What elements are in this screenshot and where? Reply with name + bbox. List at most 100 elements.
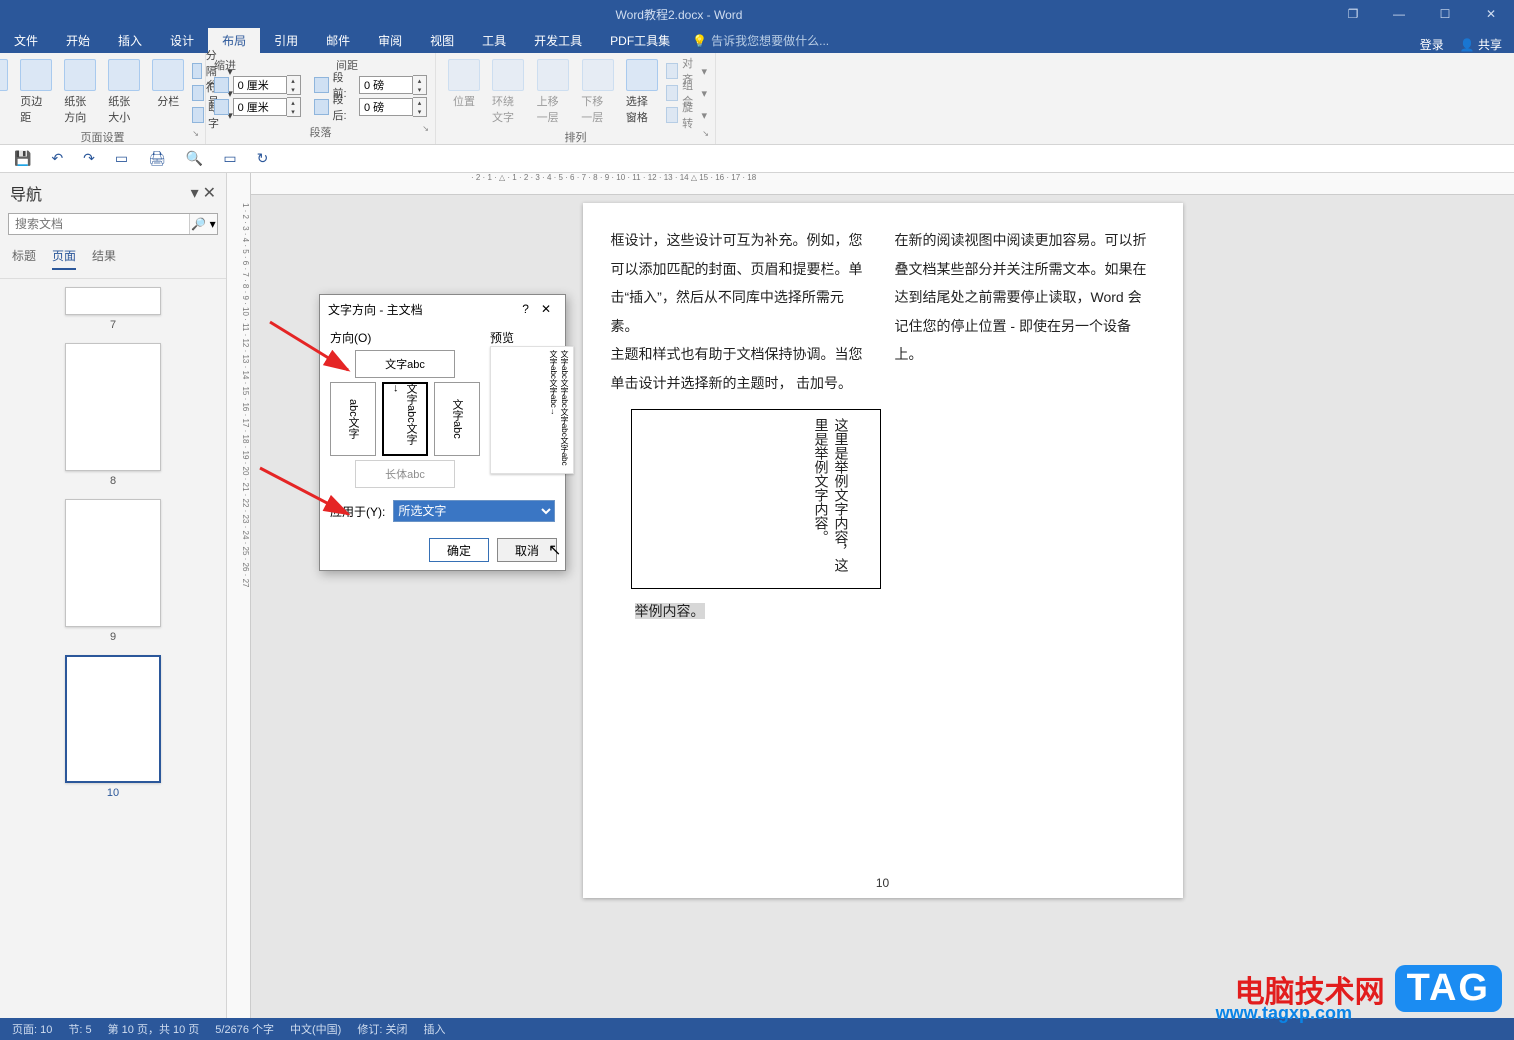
qat-btn-8[interactable]: ↻ [257, 150, 269, 167]
page-margin-button[interactable]: 页边距 [16, 57, 56, 127]
vertical-ruler[interactable]: 1 · 2 · 3 · 4 · 5 · 6 · 7 · 8 · 9 · 10 ·… [227, 173, 251, 1018]
status-lang[interactable]: 中文(中国) [290, 1021, 341, 1037]
save-button[interactable]: 💾 [14, 150, 31, 167]
orient-vertical-center[interactable]: 文字abc文字→ [382, 382, 428, 456]
group-page-setup: 文字方向 页边距 纸张方向 纸张大小 分栏 分隔符 ▾ 行号 ▾ 断字 ▾ 页面… [0, 53, 206, 144]
tab-references[interactable]: 引用 [260, 28, 312, 53]
apply-to-select[interactable]: 所选文字 [393, 500, 555, 522]
close-icon[interactable]: ✕ [1468, 0, 1514, 28]
status-words[interactable]: 5/2676 个字 [215, 1021, 274, 1037]
status-insert[interactable]: 插入 [423, 1021, 445, 1037]
group-label-paragraph: 段落 [214, 122, 427, 140]
orient-right[interactable]: 文字abc [434, 382, 480, 456]
search-input[interactable] [9, 214, 189, 234]
page-10[interactable]: 框设计，这些设计可互为补充。例如，您可以添加匹配的封面、页眉和提要栏。单击“插入… [583, 203, 1183, 898]
orient-horizontal[interactable]: 文字abc [355, 350, 455, 378]
share-button[interactable]: 👤 共享 [1460, 36, 1502, 53]
quick-access-toolbar: 💾 ↶ ↷ ▭ 🖨 🔍 ▭ ↻ [0, 145, 1514, 173]
breaks-icon [192, 63, 201, 79]
qat-btn-5[interactable]: 🖨 [148, 150, 166, 167]
group-arrange: 位置 环绕文字 上移一层 下移一层 选择窗格 对齐 ▾ 组合 ▾ 旋转 ▾ 排列 [436, 53, 716, 144]
tab-insert[interactable]: 插入 [104, 28, 156, 53]
rotate-button[interactable]: 旋转 ▾ [666, 105, 707, 125]
login-link[interactable]: 登录 [1420, 36, 1444, 53]
status-track[interactable]: 修订: 关闭 [357, 1021, 407, 1037]
bring-forward-button[interactable]: 上移一层 [533, 57, 574, 127]
tab-home[interactable]: 开始 [52, 28, 104, 53]
mouse-cursor-icon: ↖ [548, 540, 561, 560]
nav-tab-headings[interactable]: 标题 [12, 247, 36, 270]
group-label-page-setup: 页面设置 [8, 127, 197, 145]
status-section[interactable]: 节: 5 [68, 1021, 91, 1037]
tab-file[interactable]: 文件 [0, 28, 52, 53]
qat-btn-4[interactable]: ▭ [115, 150, 128, 167]
qat-btn-7[interactable]: ▭ [223, 150, 236, 167]
send-backward-button[interactable]: 下移一层 [577, 57, 618, 127]
nav-close-icon[interactable]: ✕ [203, 183, 216, 203]
ribbon-options-icon[interactable]: ❐ [1330, 0, 1376, 28]
horizontal-ruler[interactable]: · 2 · 1 · △ · 1 · 2 · 3 · 4 · 5 · 6 · 7 … [251, 173, 1514, 195]
nav-tab-results[interactable]: 结果 [92, 247, 116, 270]
dialog-close-icon[interactable]: ✕ [535, 302, 557, 316]
tab-pdf[interactable]: PDF工具集 [596, 28, 684, 53]
col2-text: 击加号。 在新的阅读视图中阅读更加容易。可以折叠文档某些部分并关注所需文本。如果… [796, 232, 1147, 391]
selected-text[interactable]: 举例内容。 [635, 603, 705, 619]
dialog-title: 文字方向 - 主文档 [328, 301, 516, 318]
maximize-icon[interactable]: ☐ [1422, 0, 1468, 28]
paper-direction-button[interactable]: 纸张方向 [60, 57, 100, 127]
minimize-icon[interactable]: — [1376, 0, 1422, 28]
dialog-help-icon[interactable]: ? [516, 302, 535, 316]
tab-mail[interactable]: 邮件 [312, 28, 364, 53]
orient-left[interactable]: abc文字 [330, 382, 376, 456]
linenum-icon [192, 85, 204, 101]
redo-button[interactable]: ↷ [83, 150, 95, 167]
wrap-text-button[interactable]: 环绕文字 [488, 57, 529, 127]
indent-left-icon [214, 77, 229, 93]
position-button[interactable]: 位置 [444, 57, 484, 111]
nav-search[interactable]: 🔎 ▾ [8, 213, 218, 235]
preview-box: 文字abc文字abc文字abc文字abc文字abc文字abc→ [490, 346, 574, 474]
indent-right-input[interactable]: ▴▾ [233, 97, 301, 117]
indent-left-input[interactable]: ▴▾ [233, 75, 301, 95]
thumb-9[interactable] [65, 499, 161, 627]
ok-button[interactable]: 确定 [429, 538, 489, 562]
columns-button[interactable]: 分栏 [148, 57, 188, 111]
thumb-7[interactable] [65, 287, 161, 315]
tab-design[interactable]: 设计 [156, 28, 208, 53]
tab-review[interactable]: 审阅 [364, 28, 416, 53]
thumb-8[interactable] [65, 343, 161, 471]
search-icon[interactable]: 🔎 ▾ [189, 214, 217, 234]
nav-dropdown-icon[interactable]: ▾ [191, 183, 199, 203]
tab-tools[interactable]: 工具 [468, 28, 520, 53]
space-before-input[interactable]: ▴▾ [359, 75, 427, 95]
status-pages[interactable]: 第 10 页，共 10 页 [108, 1021, 200, 1037]
tab-view[interactable]: 视图 [416, 28, 468, 53]
ribbon-tabs: 文件 开始 插入 设计 布局 引用 邮件 审阅 视图 工具 开发工具 PDF工具… [0, 28, 1514, 53]
preview-label: 预览 [490, 329, 574, 346]
text-direction-button[interactable]: 文字方向 [0, 57, 12, 127]
selection-pane-button[interactable]: 选择窗格 [622, 57, 663, 127]
indent-right-icon [214, 99, 229, 115]
nav-tab-pages[interactable]: 页面 [52, 247, 76, 270]
group-paragraph: 缩进间距 ▴▾ 段前: ▴▾ ▴▾ 段后: ▴▾ 段落 [206, 53, 436, 144]
window-title: Word教程2.docx - Word [28, 6, 1330, 23]
tell-me[interactable]: 💡告诉我您想要做什么... [684, 28, 837, 53]
thumb-10[interactable] [65, 655, 161, 783]
group-icon [666, 85, 678, 101]
bulb-icon: 💡 [692, 34, 707, 48]
workspace: 导航 ▾✕ 🔎 ▾ 标题 页面 结果 7 8 9 10 1 · 2 · 3 · … [0, 173, 1514, 1018]
rotate-icon [666, 107, 678, 123]
col1-text: 框设计，这些设计可互为补充。例如，您可以添加匹配的封面、页眉和提要栏。单击“插入… [611, 232, 863, 391]
tab-dev[interactable]: 开发工具 [520, 28, 596, 53]
page-thumbnails[interactable]: 7 8 9 10 [0, 279, 226, 1018]
align-icon [666, 63, 678, 79]
page-number: 10 [876, 876, 889, 890]
qat-btn-6[interactable]: 🔍 [186, 150, 203, 167]
vertical-text-box[interactable]: 这里是举例文字内容，这里是举例文字内容。 [631, 409, 881, 589]
status-page[interactable]: 页面: 10 [12, 1021, 52, 1037]
space-before-icon [314, 77, 329, 93]
space-after-input[interactable]: ▴▾ [359, 97, 427, 117]
orient-rotated[interactable]: 长体abc [355, 460, 455, 488]
paper-size-button[interactable]: 纸张大小 [104, 57, 144, 127]
undo-button[interactable]: ↶ [51, 150, 63, 167]
